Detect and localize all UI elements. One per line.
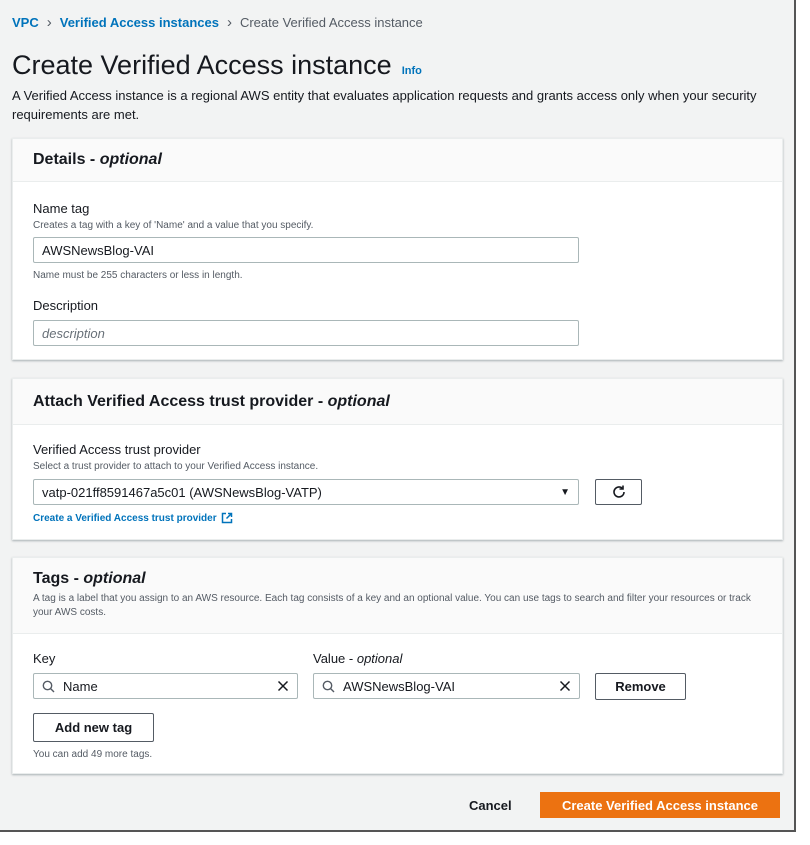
trust-provider-heading: Attach Verified Access trust provider - … (33, 393, 390, 411)
tags-description: A tag is a label that you assign to an A… (33, 593, 751, 618)
tags-heading: Tags - optional (33, 570, 762, 588)
trust-provider-panel-header: Attach Verified Access trust provider - … (13, 379, 782, 425)
tags-panel: Tags - optional A tag is a label that yo… (12, 557, 783, 774)
breadcrumb-vpc-link[interactable]: VPC (12, 15, 39, 30)
description-input[interactable]: description (33, 320, 579, 346)
caret-down-icon: ▼ (560, 486, 570, 498)
page-description: A Verified Access instance is a regional… (12, 88, 757, 122)
refresh-button[interactable] (595, 479, 642, 505)
tag-value-value: AWSNewsBlog-VAI (343, 678, 455, 694)
search-icon (322, 680, 335, 692)
tags-heading-optional: optional (83, 570, 146, 587)
clear-icon[interactable] (559, 680, 571, 692)
create-trust-provider-link[interactable]: Create a Verified Access trust provider (33, 512, 233, 524)
trust-provider-selected: vatp-021ff8591467a5c01 (AWSNewsBlog-VATP… (42, 484, 322, 500)
breadcrumb-current: Create Verified Access instance (239, 15, 423, 30)
trust-provider-select[interactable]: vatp-021ff8591467a5c01 (AWSNewsBlog-VATP… (33, 479, 579, 505)
details-panel-header: Details - optional (13, 139, 782, 182)
details-heading: Details - optional (33, 151, 162, 169)
refresh-icon (612, 485, 625, 498)
name-tag-input[interactable]: AWSNewsBlog-VAI (33, 237, 579, 263)
trust-heading-text: Attach Verified Access trust provider - (33, 392, 328, 410)
create-trust-provider-link-text: Create a Verified Access trust provider (33, 512, 217, 524)
cancel-button[interactable]: Cancel (469, 798, 512, 813)
tag-value-label: Value - optional (313, 651, 402, 666)
add-new-tag-button[interactable]: Add new tag (33, 713, 154, 742)
tags-remaining-text: You can add 49 more tags. (33, 749, 153, 760)
tag-value-input[interactable]: AWSNewsBlog-VAI (313, 673, 580, 699)
remove-tag-button[interactable]: Remove (595, 673, 686, 700)
details-heading-optional: optional (99, 151, 162, 168)
name-tag-constraint: Name must be 255 characters or less in l… (33, 270, 243, 281)
page-title-text: Create Verified Access instance (12, 50, 392, 80)
description-placeholder: description (42, 325, 105, 341)
create-instance-button[interactable]: Create Verified Access instance (540, 792, 780, 818)
search-icon (42, 680, 55, 692)
trust-provider-label: Verified Access trust provider (33, 442, 201, 457)
name-tag-hint: Creates a tag with a key of 'Name' and a… (33, 220, 314, 231)
tags-panel-header: Tags - optional A tag is a label that yo… (13, 558, 782, 634)
page: VPC › Verified Access instances › Create… (0, 0, 796, 832)
details-panel: Details - optional Name tag Creates a ta… (12, 138, 783, 360)
tags-heading-text: Tags - (33, 570, 84, 587)
tag-value-label-optional: optional (356, 651, 403, 666)
tag-value-field: AWSNewsBlog-VAI (322, 679, 455, 694)
tag-key-input[interactable]: Name (33, 673, 298, 699)
chevron-right-icon: › (46, 14, 52, 31)
trust-provider-panel: Attach Verified Access trust provider - … (12, 378, 783, 540)
tag-key-field: Name (42, 679, 98, 694)
trust-heading-optional: optional (327, 392, 390, 410)
name-tag-label: Name tag (33, 201, 90, 216)
tag-key-value: Name (63, 678, 98, 694)
name-tag-value: AWSNewsBlog-VAI (42, 242, 154, 258)
page-title: Create Verified Access instance Info (12, 50, 422, 81)
tag-key-label: Key (33, 651, 56, 666)
breadcrumb: VPC › Verified Access instances › Create… (12, 14, 423, 31)
chevron-right-icon: › (226, 14, 232, 31)
info-link[interactable]: Info (402, 65, 422, 77)
breadcrumb-instances-link[interactable]: Verified Access instances (60, 15, 219, 30)
details-heading-text: Details - (33, 151, 100, 168)
description-label: Description (33, 298, 99, 313)
tag-value-label-text: Value - (313, 651, 357, 666)
clear-icon[interactable] (277, 680, 289, 692)
trust-provider-hint: Select a trust provider to attach to you… (33, 461, 319, 472)
external-link-icon (221, 512, 232, 524)
